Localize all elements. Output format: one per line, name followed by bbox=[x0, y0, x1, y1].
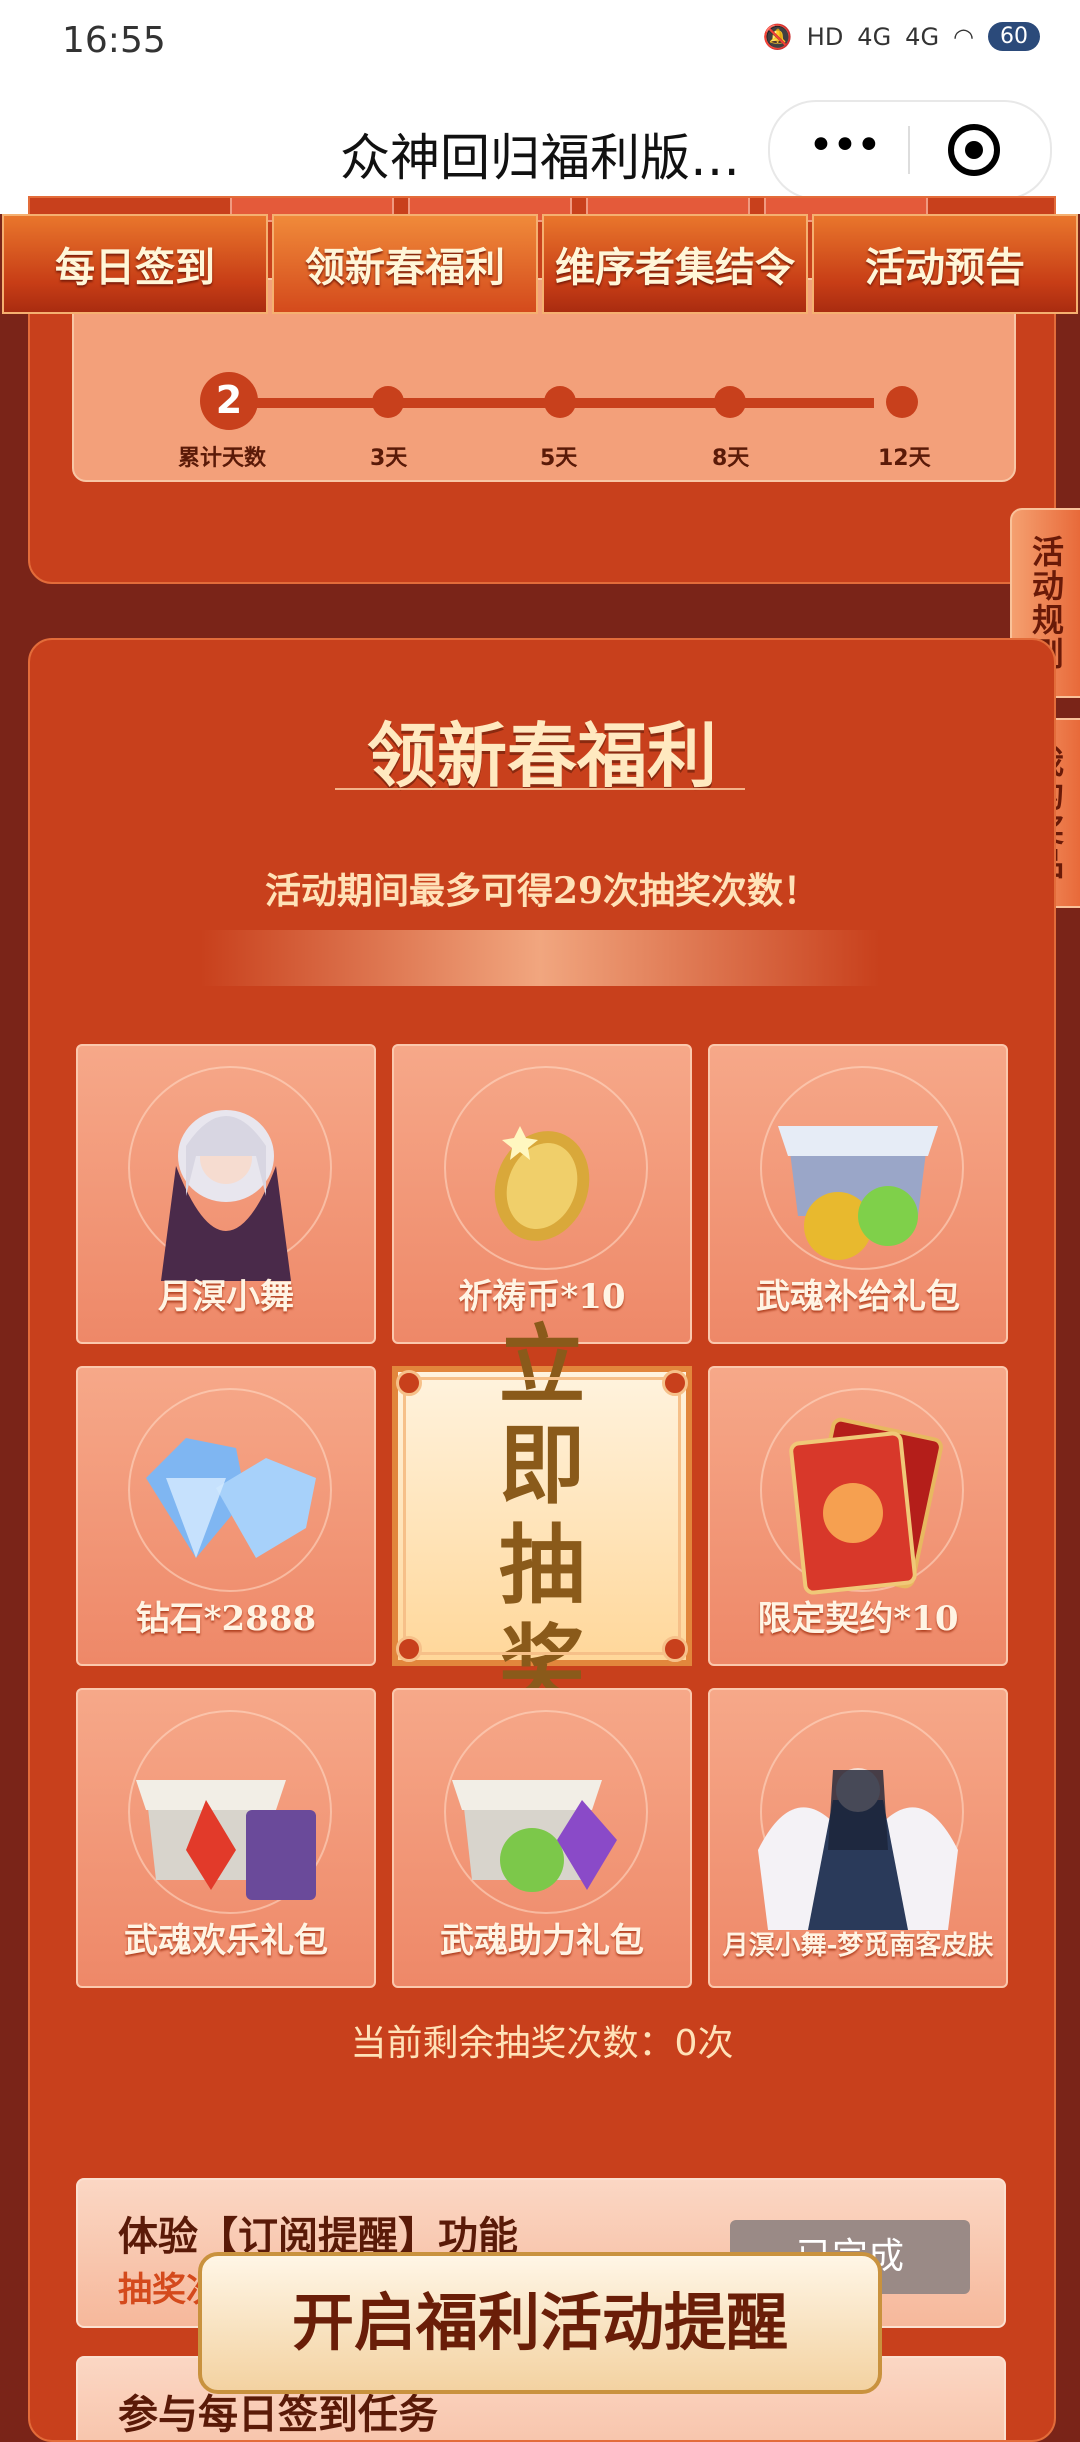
section-subtitle: 活动期间最多可得29次抽奖次数！ bbox=[264, 870, 820, 912]
draw-button-label: 立即抽奖 bbox=[499, 1315, 585, 1716]
miniprogram-capsule: ••• bbox=[768, 100, 1052, 200]
tab-guardian-assembly[interactable]: 维序者集结令 bbox=[542, 214, 808, 314]
status-icons: 🔕 HD 4G 4G ◠ 60 bbox=[763, 22, 1040, 51]
prize-label: 武魂补给礼包 bbox=[756, 1277, 960, 1317]
prize-label: 钻石*2888 bbox=[135, 1599, 317, 1639]
current-days-badge: 2 bbox=[200, 372, 258, 430]
prize-label: 月溟小舞-梦觅南客皮肤 bbox=[722, 1931, 994, 1961]
prize-grid: 月溟小舞 祈祷币*10 武魂补给礼包 钻石*2888 立即抽奖 限定契约*10 … bbox=[76, 1044, 1008, 1988]
title-underline bbox=[335, 788, 745, 790]
prize-label: 武魂助力礼包 bbox=[440, 1921, 644, 1961]
milestone-dot bbox=[544, 386, 576, 418]
enable-reminder-button[interactable]: 开启福利活动提醒 bbox=[198, 2252, 882, 2394]
decorative-corner bbox=[396, 1370, 422, 1396]
draw-button[interactable]: 立即抽奖 bbox=[392, 1316, 692, 1716]
milestone-label: 5天 bbox=[540, 446, 578, 471]
close-miniprogram-icon[interactable] bbox=[948, 124, 1000, 176]
character-icon bbox=[161, 1110, 291, 1281]
prize-item: 钻石*2888 bbox=[76, 1366, 376, 1666]
prize-label: 祈祷币*10 bbox=[458, 1277, 626, 1317]
diamond-icon bbox=[146, 1438, 316, 1558]
milestone-dot bbox=[714, 386, 746, 418]
decorative-corner bbox=[662, 1370, 688, 1396]
hd-icon: HD bbox=[806, 22, 844, 51]
decorative-corner bbox=[662, 1636, 688, 1662]
tab-new-year-welfare[interactable]: 领新春福利 bbox=[272, 214, 538, 314]
welfare-card: 领新春福利 活动期间最多可得29次抽奖次数！ 月溟小舞 祈祷币*10 武魂补给礼… bbox=[28, 638, 1056, 2442]
more-icon[interactable]: ••• bbox=[808, 120, 882, 171]
tab-activity-preview[interactable]: 活动预告 bbox=[812, 214, 1078, 314]
status-bar: 16:55 🔕 HD 4G 4G ◠ 60 bbox=[0, 0, 1080, 86]
battery-icon: 60 bbox=[988, 22, 1040, 51]
prize-label: 月溟小舞 bbox=[158, 1277, 294, 1317]
remaining-draws: 当前剩余抽奖次数：0次 bbox=[350, 2023, 734, 2064]
decorative-glow bbox=[200, 930, 880, 986]
prize-item: 武魂助力礼包 bbox=[392, 1688, 692, 1988]
card-icon bbox=[789, 1417, 943, 1595]
title-bar: 众神回归福利版… ••• bbox=[0, 86, 1080, 214]
milestone-label: 12天 bbox=[878, 446, 931, 471]
clock: 16:55 bbox=[62, 20, 166, 61]
page-title: 众神回归福利版… bbox=[340, 129, 740, 187]
section-title: 领新春福利 bbox=[367, 714, 717, 797]
prize-item: 祈祷币*10 bbox=[392, 1044, 692, 1344]
activity-tabs: 每日签到 领新春福利 维序者集结令 活动预告 bbox=[0, 214, 1080, 320]
signal-4g-icon-2: 4G bbox=[905, 22, 940, 51]
wifi-icon: ◠ bbox=[953, 22, 974, 51]
prize-label: 限定契约*10 bbox=[757, 1599, 959, 1639]
milestone-label: 3天 bbox=[370, 446, 408, 471]
progress-label: 累计天数 bbox=[178, 446, 267, 471]
capsule-divider bbox=[908, 126, 910, 174]
tab-daily-signin[interactable]: 每日签到 bbox=[2, 214, 268, 314]
prize-label: 武魂欢乐礼包 bbox=[124, 1921, 328, 1961]
gift-chest-icon bbox=[778, 1126, 938, 1260]
prize-item: 月溟小舞-梦觅南客皮肤 bbox=[708, 1688, 1008, 1988]
character-icon bbox=[758, 1768, 958, 1930]
prize-item: 武魂补给礼包 bbox=[708, 1044, 1008, 1344]
prize-item: 月溟小舞 bbox=[76, 1044, 376, 1344]
gift-chest-icon bbox=[136, 1780, 316, 1900]
signal-4g-icon: 4G bbox=[857, 22, 892, 51]
prize-item: 限定契约*10 bbox=[708, 1366, 1008, 1666]
milestone-dot bbox=[886, 386, 918, 418]
milestone-label: 8天 bbox=[712, 446, 750, 471]
decorative-corner bbox=[396, 1636, 422, 1662]
milestone-dot bbox=[372, 386, 404, 418]
prize-item: 武魂欢乐礼包 bbox=[76, 1688, 376, 1988]
gift-chest-icon bbox=[452, 1780, 617, 1892]
mute-icon: 🔕 bbox=[762, 22, 793, 51]
coin-icon bbox=[494, 1126, 590, 1241]
